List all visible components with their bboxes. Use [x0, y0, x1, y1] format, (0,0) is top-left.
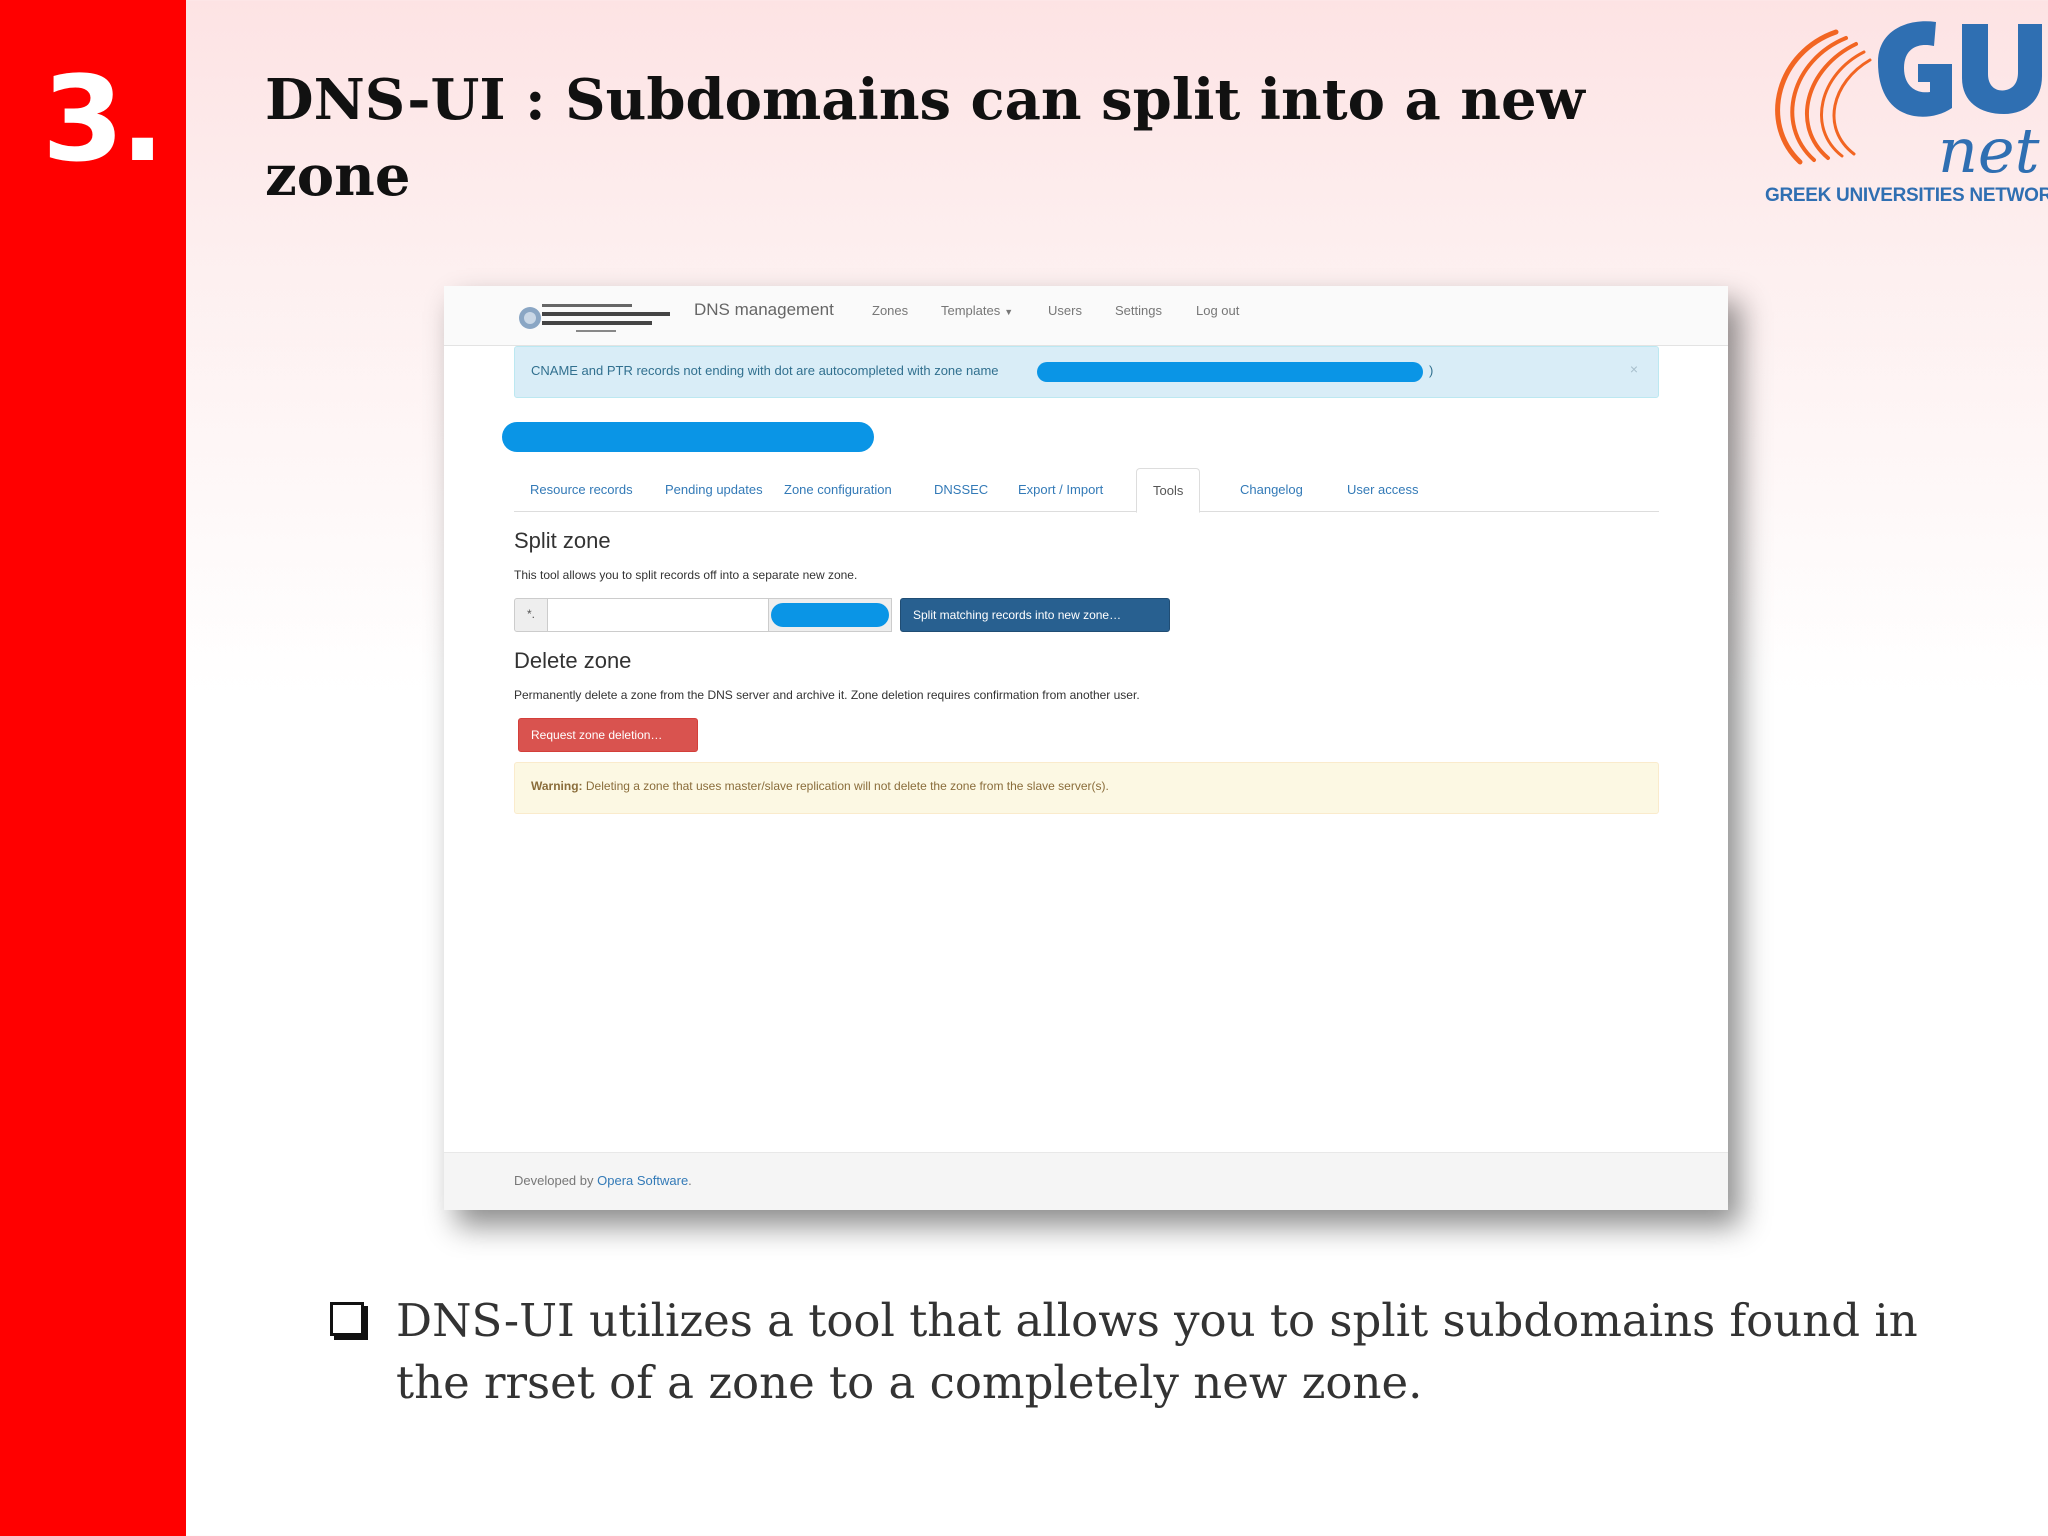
footer-text: Developed by Opera Software.: [514, 1173, 692, 1188]
university-logo-icon: [519, 304, 670, 332]
tab-user-access[interactable]: User access: [1347, 482, 1419, 497]
warning-text: Deleting a zone that uses master/slave r…: [585, 779, 1109, 793]
nav-settings[interactable]: Settings: [1115, 303, 1162, 318]
grnet-logo-icon: net: [1775, 21, 2042, 187]
warning-alert: Warning: Deleting a zone that uses maste…: [514, 762, 1659, 814]
info-alert-message: CNAME and PTR records not ending with do…: [531, 363, 999, 378]
tab-export-import[interactable]: Export / Import: [1018, 482, 1103, 497]
zone-tabs: Resource records Pending updates Zone co…: [514, 468, 1659, 513]
split-prefix-input[interactable]: [547, 598, 769, 632]
nav-logout[interactable]: Log out: [1196, 303, 1239, 318]
svg-text:net: net: [1938, 114, 2040, 187]
nav-users[interactable]: Users: [1048, 303, 1082, 318]
zone-suffix-addon: [768, 598, 892, 632]
request-deletion-button[interactable]: Request zone deletion…: [518, 718, 698, 752]
redacted-zone-suffix: [771, 603, 889, 627]
opera-software-link[interactable]: Opera Software: [597, 1173, 688, 1188]
tab-resource-records[interactable]: Resource records: [530, 482, 633, 497]
footer-prefix: Developed by: [514, 1173, 594, 1188]
delete-zone-heading: Delete zone: [514, 648, 632, 673]
close-icon[interactable]: ×: [1630, 361, 1638, 377]
redacted-zone-title: [502, 422, 874, 452]
tab-zone-configuration[interactable]: Zone configuration: [784, 482, 892, 497]
nav-zones[interactable]: Zones: [872, 303, 908, 318]
slide-title: DNS-UI : Subdomains can split into a new…: [265, 67, 1585, 209]
tab-changelog[interactable]: Changelog: [1240, 482, 1303, 497]
split-zone-description: This tool allows you to split records of…: [514, 568, 858, 582]
tab-dnssec[interactable]: DNSSEC: [934, 482, 988, 497]
bullet-text: DNS-UI utilizes a tool that allows you t…: [396, 1294, 1918, 1409]
tab-tools[interactable]: Tools: [1136, 468, 1201, 513]
slide-number: 3.: [42, 50, 165, 188]
red-side-bar: [0, 0, 186, 1536]
tab-pending-updates[interactable]: Pending updates: [665, 482, 763, 497]
warning-label: Warning:: [531, 779, 583, 793]
info-alert-text: CNAME and PTR records not ending with do…: [531, 363, 999, 378]
info-alert: CNAME and PTR records not ending with do…: [514, 346, 1659, 398]
top-navbar: DNS management Zones Templates ▼ Users Se…: [444, 286, 1728, 346]
checkbox-bullet-icon: [330, 1302, 364, 1336]
nav-templates-label: Templates: [941, 303, 1001, 318]
caret-down-icon: ▼: [1004, 307, 1014, 317]
brand-title[interactable]: DNS management: [694, 300, 834, 320]
split-zone-heading: Split zone: [514, 528, 611, 553]
page-footer: Developed by Opera Software.: [444, 1152, 1728, 1210]
info-alert-suffix: ): [1429, 363, 1434, 378]
delete-zone-description: Permanently delete a zone from the DNS s…: [514, 688, 1140, 702]
split-records-button[interactable]: Split matching records into new zone…: [900, 598, 1170, 632]
logo-caption: GREEK UNIVERSITIES NETWORK: [1765, 185, 2048, 206]
footer-suffix: .: [688, 1173, 692, 1188]
app-screenshot: DNS management Zones Templates ▼ Users Se…: [444, 286, 1728, 1210]
redacted-zone-name: [1037, 362, 1423, 382]
wildcard-prefix: *.: [514, 598, 548, 632]
nav-templates[interactable]: Templates ▼: [941, 303, 1013, 318]
